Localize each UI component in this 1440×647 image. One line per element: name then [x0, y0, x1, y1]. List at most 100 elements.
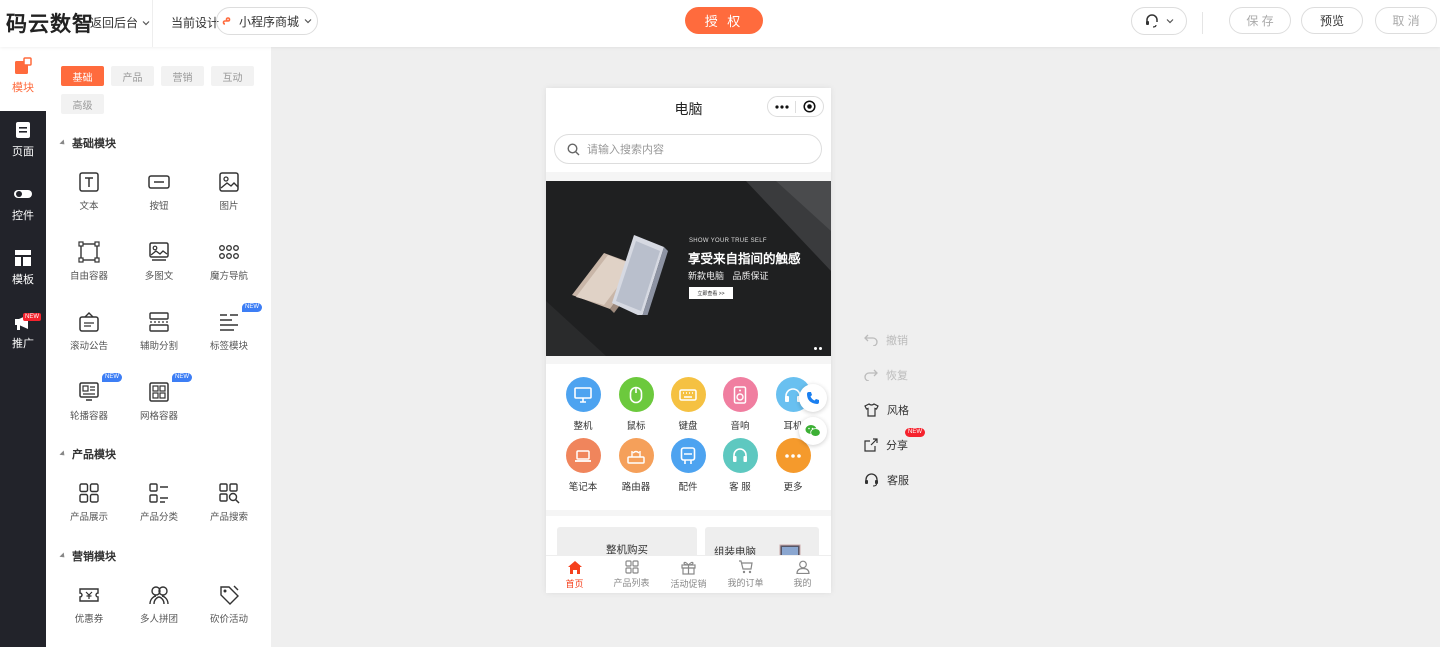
section-product-modules[interactable]: 产品模块: [59, 446, 116, 462]
section-title: 营销模块: [72, 551, 116, 563]
module-coupon[interactable]: 优惠券: [59, 584, 119, 644]
banner-carousel[interactable]: SHOW YOUR TRUE SELF 享受来自指间的触感 新款电脑 品质保证 …: [546, 181, 831, 356]
rail-item-controls[interactable]: 控件: [0, 175, 46, 239]
search-input[interactable]: 请输入搜索内容: [554, 134, 822, 164]
back-to-admin-button[interactable]: 返回后台: [90, 14, 150, 31]
wechat-float-button[interactable]: [799, 417, 827, 445]
module-cube-nav[interactable]: 魔方导航: [199, 241, 259, 301]
category-item[interactable]: 音响: [712, 377, 768, 432]
module-image[interactable]: 图片: [199, 171, 259, 231]
rail-label: 模块: [12, 82, 34, 94]
tab-marketing[interactable]: 营销: [161, 66, 204, 86]
category-item[interactable]: 笔记本: [555, 438, 611, 493]
redo-button[interactable]: 恢复: [864, 367, 908, 383]
tab-mine[interactable]: 我的: [774, 556, 831, 593]
tab-product-list[interactable]: 产品列表: [603, 556, 660, 593]
collapse-icon: [59, 450, 67, 458]
brand-logo: 码云数智: [6, 13, 94, 36]
carousel-dot[interactable]: [819, 347, 822, 350]
tab-product[interactable]: 产品: [111, 66, 154, 86]
undo-button[interactable]: 撤销: [864, 332, 908, 348]
preview-button[interactable]: 预览: [1301, 7, 1363, 34]
module-divider[interactable]: 辅助分割: [129, 311, 189, 371]
tab-my-orders[interactable]: 我的订单: [717, 556, 774, 593]
group-buy-icon: [149, 586, 169, 605]
module-label: 魔方导航: [209, 271, 248, 282]
category-item[interactable]: 客 服: [712, 438, 768, 493]
project-select[interactable]: 小程序商城: [216, 7, 318, 35]
close-target-icon[interactable]: [796, 100, 823, 113]
tab-home[interactable]: 首页: [546, 556, 603, 593]
divider-icon: [149, 312, 169, 332]
module-product-search[interactable]: 产品搜索: [199, 482, 259, 542]
tab-interaction[interactable]: 互动: [211, 66, 254, 86]
save-button[interactable]: 保 存: [1229, 7, 1291, 34]
category-item[interactable]: 更多: [765, 438, 821, 493]
carousel-dots[interactable]: [814, 347, 822, 350]
module-label: 文本: [79, 201, 99, 212]
category-label: 更多: [783, 482, 803, 493]
phone-icon: [807, 392, 819, 404]
headset-icon: [1146, 14, 1158, 28]
section-basic-modules[interactable]: 基础模块: [59, 135, 116, 151]
tab-promotions[interactable]: 活动促销: [660, 556, 717, 593]
support-dropdown[interactable]: [1131, 7, 1187, 35]
tab-label: 我的订单: [727, 578, 764, 588]
module-product-display[interactable]: 产品展示: [59, 482, 119, 542]
rail-item-blocks[interactable]: 模块: [0, 47, 46, 111]
module-panel: 基础 产品 营销 互动 高级 基础模块 文本 按钮 图片 自由容器 多图文 魔方…: [46, 47, 271, 647]
cart-icon: [739, 560, 753, 574]
module-scroll-notice[interactable]: 滚动公告: [59, 311, 119, 371]
rail-item-promotion[interactable]: NEW 推广: [0, 303, 46, 367]
module-tag[interactable]: NEW 标签模块: [199, 303, 262, 371]
category-item[interactable]: 键盘: [660, 377, 716, 432]
module-free-container[interactable]: 自由容器: [59, 241, 119, 301]
module-text[interactable]: 文本: [59, 171, 119, 231]
undo-icon: [864, 334, 878, 346]
authorize-button[interactable]: 授 权: [685, 7, 763, 34]
share-button[interactable]: 分享 NEW: [864, 428, 925, 453]
banner-cta-button[interactable]: 立即查看 >>: [689, 287, 733, 299]
banner-tagline: 新款电脑 品质保证: [688, 271, 769, 281]
phone-preview[interactable]: 电脑 请输入搜索内容 SHOW YOUR TRUE SELF 享受来自指间的触感: [546, 88, 831, 593]
tab-advanced[interactable]: 高级: [61, 94, 104, 114]
free-container-icon: [78, 241, 100, 263]
module-group-buy[interactable]: 多人拼团: [129, 584, 189, 644]
category-label: 鼠标: [626, 421, 646, 432]
category-label: 音响: [730, 421, 750, 432]
rail-item-pages[interactable]: 页面: [0, 111, 46, 175]
section-marketing-modules[interactable]: 营销模块: [59, 548, 116, 564]
new-badge: NEW: [242, 303, 262, 312]
module-label: 多人拼团: [139, 614, 178, 625]
tab-basic[interactable]: 基础: [61, 66, 104, 86]
rail-item-templates[interactable]: 模板: [0, 239, 46, 303]
style-button[interactable]: 风格: [864, 402, 909, 418]
cancel-button[interactable]: 取 消: [1375, 7, 1437, 34]
module-label: 优惠券: [74, 614, 104, 625]
rail-label: 页面: [12, 146, 34, 158]
miniprogram-icon: [222, 17, 231, 25]
phone-call-float-button[interactable]: [799, 384, 827, 412]
module-button[interactable]: 按钮: [129, 171, 189, 231]
category-item[interactable]: 路由器: [608, 438, 664, 493]
more-icon[interactable]: [768, 104, 795, 109]
category-item[interactable]: 整机: [555, 377, 611, 432]
module-label: 产品展示: [69, 512, 108, 523]
module-label: 标签模块: [209, 341, 248, 352]
module-multi-image[interactable]: 多图文: [129, 241, 189, 301]
module-carousel[interactable]: NEW 轮播容器: [59, 373, 122, 441]
grid-dots-icon: [219, 245, 239, 259]
miniprogram-capsule[interactable]: [767, 96, 824, 117]
module-product-category[interactable]: 产品分类: [129, 482, 189, 542]
category-item[interactable]: 配件: [660, 438, 716, 493]
rail-label: 推广: [12, 338, 34, 350]
carousel-dot[interactable]: [814, 347, 817, 350]
section-title: 产品模块: [72, 449, 116, 461]
module-bargain[interactable]: 砍价活动: [199, 584, 259, 644]
module-grid-container[interactable]: NEW 网格容器: [129, 373, 192, 441]
customer-service-button[interactable]: 客服: [864, 472, 909, 488]
service-label: 客服: [887, 475, 909, 487]
category-item[interactable]: 鼠标: [608, 377, 664, 432]
text-icon: [79, 172, 99, 192]
collapse-icon: [59, 552, 67, 560]
